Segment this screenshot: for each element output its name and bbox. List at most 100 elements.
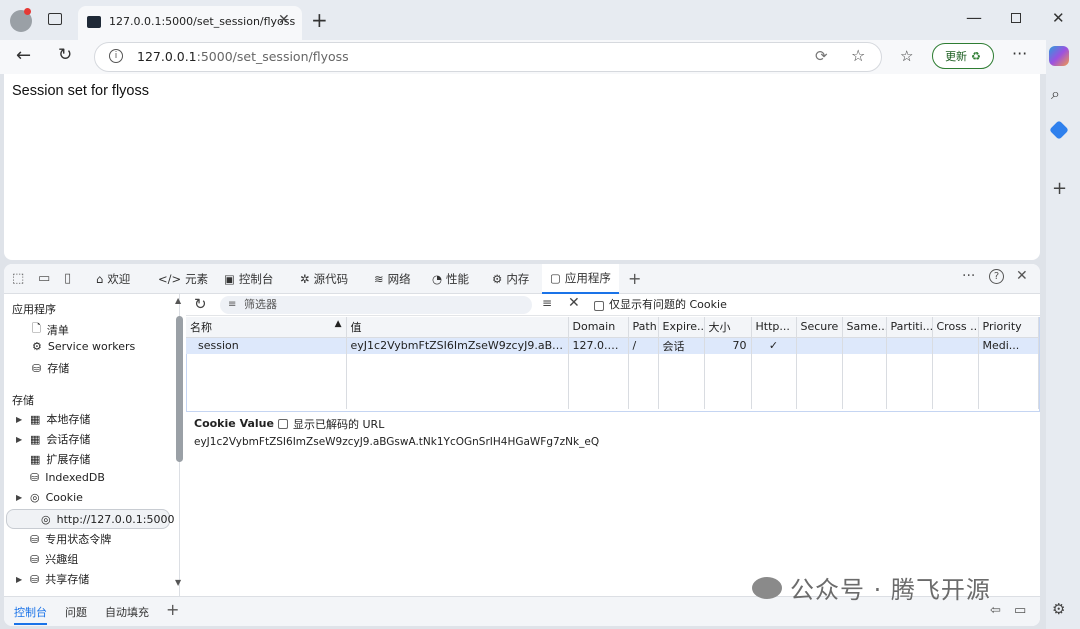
copilot-icon[interactable] xyxy=(1049,46,1069,66)
cookie-value-text[interactable]: eyJ1c2VybmFtZSI6ImZseW9zcyJ9.aBGswA.tNk1… xyxy=(194,436,599,448)
tab-elements[interactable]: </> 元素 xyxy=(158,264,208,294)
only-issues-toggle[interactable]: 仅显示有问题的 Cookie xyxy=(594,298,727,312)
database-icon: ⛁ xyxy=(32,361,42,375)
sidebar-item-private-state-tokens[interactable]: ⛁ 专用状态令牌 xyxy=(30,531,111,547)
column-header[interactable]: Same... xyxy=(842,317,887,338)
sidebar-item-service-workers[interactable]: ⚙ Service workers xyxy=(32,340,135,353)
address-bar[interactable]: i 127.0.0.1:5000/set_session/flyoss ⟳ ☆ xyxy=(94,42,882,72)
show-decoded-toggle[interactable]: 显示已解码的 URL xyxy=(278,416,384,432)
sidebar-scrollbar[interactable] xyxy=(176,316,183,462)
tab-sources[interactable]: ✲ 源代码 xyxy=(300,264,348,294)
close-window-icon[interactable]: ✕ xyxy=(1052,9,1065,27)
add-drawer-tab-icon[interactable]: + xyxy=(166,600,179,619)
expand-arrow-icon[interactable]: ▶ xyxy=(16,415,24,424)
tracking-icon[interactable]: ⟳ xyxy=(815,47,828,65)
column-header[interactable]: 名称 ▲ xyxy=(186,317,347,338)
column-header[interactable]: Http... xyxy=(751,317,797,338)
update-button[interactable]: 更新 ♻ xyxy=(932,43,994,69)
profile-avatar[interactable] xyxy=(10,8,32,32)
close-tab-icon[interactable]: ✕ xyxy=(278,12,290,28)
sidebar-item-cookie-origin[interactable]: ◎ http://127.0.0.1:5000 xyxy=(6,509,175,529)
tab-performance[interactable]: ◔ 性能 xyxy=(432,264,469,294)
device-toolbar-icon[interactable]: ▭ xyxy=(38,271,50,286)
sidebar-item-manifest[interactable]: 🗋 清单 xyxy=(32,320,69,339)
column-header[interactable]: Secure xyxy=(796,317,843,338)
column-header[interactable]: 大小 xyxy=(704,317,752,338)
expand-arrow-icon[interactable]: ▶ xyxy=(16,435,24,444)
table-row[interactable]: session eyJ1c2VybmFtZSI6ImZseW9zcyJ9.aBG… xyxy=(186,337,1039,354)
search-icon[interactable]: ⌕ xyxy=(1051,84,1060,104)
tab-title: 127.0.0.1:5000/set_session/flyoss xyxy=(109,15,296,28)
dock-drawer-icon[interactable]: ⇦ xyxy=(990,603,1001,618)
add-sidebar-icon[interactable]: + xyxy=(1052,178,1067,199)
sidebar-item-shared-storage[interactable]: ▶ ⛁ 共享存储 xyxy=(16,571,89,587)
scroll-down-icon[interactable]: ▼ xyxy=(175,578,181,587)
drawer-tab-console[interactable]: 控制台 xyxy=(14,604,47,625)
help-icon[interactable]: ? xyxy=(989,269,1004,284)
sidebar-item-interest-groups[interactable]: ⛁ 兴趣组 xyxy=(30,551,78,567)
column-header[interactable]: Priority xyxy=(978,317,1039,338)
tab-network[interactable]: ≋ 网络 xyxy=(374,264,411,294)
clear-filtered-icon[interactable]: ≡ xyxy=(542,296,552,310)
column-header[interactable]: 值 xyxy=(346,317,569,338)
info-icon[interactable]: i xyxy=(109,49,123,63)
refresh-icon[interactable]: ↻ xyxy=(194,295,207,313)
browser-tab[interactable]: 127.0.0.1:5000/set_session/flyoss ✕ xyxy=(78,6,302,40)
expand-arrow-icon[interactable]: ▶ xyxy=(16,575,24,584)
expand-arrow-icon[interactable]: ▶ xyxy=(16,493,24,502)
sidebar-item-local-storage[interactable]: ▶ ▦ 本地存储 xyxy=(16,411,90,427)
drawer-tab-autofill[interactable]: 自动填充 xyxy=(105,604,149,620)
sidebar-item-indexeddb[interactable]: ⛁ IndexedDB xyxy=(30,471,105,484)
column-header[interactable]: Path xyxy=(628,317,659,338)
sidebar-item-label: 存储 xyxy=(47,362,70,375)
delete-icon[interactable]: ✕ xyxy=(568,295,580,311)
cell-path: / xyxy=(628,337,659,354)
only-issues-checkbox[interactable] xyxy=(594,300,604,311)
more-menu-icon[interactable]: ··· xyxy=(1012,44,1027,63)
tab-application[interactable]: ▢ 应用程序 xyxy=(542,264,619,294)
maximize-icon[interactable] xyxy=(1011,13,1021,23)
cookie-value-title: Cookie Value xyxy=(194,417,274,430)
sidebar-item-extension-storage[interactable]: ▦ 扩展存储 xyxy=(30,451,90,467)
empty-cell xyxy=(978,354,1039,409)
database-icon: ⛁ xyxy=(30,532,40,546)
new-tab-icon[interactable]: + xyxy=(311,8,328,32)
refresh-icon[interactable]: ↻ xyxy=(58,45,72,65)
tab-actions-icon[interactable] xyxy=(48,13,62,25)
devtools-more-icon[interactable]: ··· xyxy=(962,268,975,284)
tab-memory[interactable]: ⚙ 内存 xyxy=(492,264,529,294)
empty-cell xyxy=(751,354,797,409)
dock-icon[interactable]: ▯ xyxy=(64,271,71,286)
bug-icon: ✲ xyxy=(300,272,310,286)
show-decoded-checkbox[interactable] xyxy=(278,419,288,429)
column-header[interactable]: Domain xyxy=(568,317,629,338)
tab-welcome[interactable]: ⌂ 欢迎 xyxy=(96,264,130,294)
sidebar-item-label: 扩展存储 xyxy=(46,453,91,466)
settings-gear-icon[interactable]: ⚙ xyxy=(1052,600,1065,618)
filter-input[interactable]: ≡ 筛选器 xyxy=(220,296,532,314)
watermark: 公众号 · 腾飞开源 xyxy=(752,570,991,605)
back-icon[interactable]: ← xyxy=(16,45,31,66)
sidebar-item-label: Cookie xyxy=(45,491,83,504)
tab-console[interactable]: ▣ 控制台 xyxy=(224,264,273,294)
column-header[interactable]: Expire... xyxy=(658,317,705,338)
only-issues-label: 仅显示有问题的 Cookie xyxy=(609,298,727,311)
grid-icon: ▦ xyxy=(30,432,41,446)
empty-cell xyxy=(842,354,887,409)
gauge-icon: ◔ xyxy=(432,272,443,286)
favorites-icon[interactable]: ☆ xyxy=(900,47,913,65)
favorite-star-icon[interactable]: ☆ xyxy=(851,46,865,65)
minimize-icon[interactable]: — xyxy=(966,8,982,27)
column-header[interactable]: Cross ... xyxy=(932,317,979,338)
sidebar-item-storage[interactable]: ⛁ 存储 xyxy=(32,360,69,376)
sidebar-item-cookie[interactable]: ▶ ◎ Cookie xyxy=(16,491,83,504)
column-header[interactable]: Partiti... xyxy=(886,317,933,338)
close-drawer-icon[interactable]: ▭ xyxy=(1014,603,1026,618)
close-devtools-icon[interactable]: ✕ xyxy=(1016,268,1028,284)
inspect-icon[interactable]: ⬚ xyxy=(12,271,24,286)
more-tabs-icon[interactable]: + xyxy=(628,269,641,288)
empty-cell xyxy=(628,354,659,409)
sidebar-item-session-storage[interactable]: ▶ ▦ 会话存储 xyxy=(16,431,90,447)
drawer-tab-issues[interactable]: 问题 xyxy=(65,604,87,620)
scroll-up-icon[interactable]: ▲ xyxy=(175,296,181,305)
